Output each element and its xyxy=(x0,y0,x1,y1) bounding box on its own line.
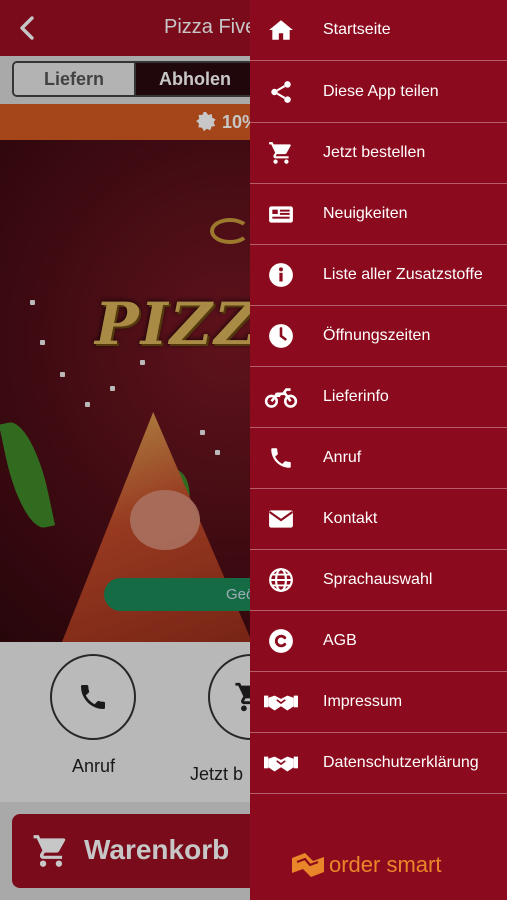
cart-icon xyxy=(268,140,294,166)
menu-item-privacy[interactable]: Datenschutzerklärung xyxy=(250,733,507,794)
menu-item-label: Impressum xyxy=(323,693,403,710)
menu-item-label: Diese App teilen xyxy=(323,83,439,100)
clock-icon xyxy=(268,323,294,349)
globe-icon xyxy=(268,567,294,593)
menu-item-order-now[interactable]: Jetzt bestellen xyxy=(250,123,507,184)
menu-item-label: Öffnungszeiten xyxy=(323,327,431,344)
menu-item-news[interactable]: Neuigkeiten xyxy=(250,184,507,245)
menu-item-label: Anruf xyxy=(323,449,362,466)
menu-item-delivery-info[interactable]: Lieferinfo xyxy=(250,367,507,428)
handshake-icon xyxy=(264,689,298,715)
menu-item-label: Datenschutzerklärung xyxy=(323,754,479,771)
menu-item-label: Neuigkeiten xyxy=(323,205,408,222)
menu-item-label: Kontakt xyxy=(323,510,378,527)
menu-item-imprint[interactable]: Impressum xyxy=(250,672,507,733)
menu-item-label: Jetzt bestellen xyxy=(323,144,426,161)
menu-item-label: Liste aller Zusatzstoffe xyxy=(323,266,483,283)
brand-mark-icon xyxy=(292,853,324,877)
menu-item-share-app[interactable]: Diese App teilen xyxy=(250,62,507,123)
home-icon xyxy=(268,17,294,43)
menu-item-contact[interactable]: Kontakt xyxy=(250,489,507,550)
info-icon xyxy=(268,262,294,288)
menu-item-label: Lieferinfo xyxy=(323,388,389,405)
menu-item-label: Startseite xyxy=(323,21,391,38)
brand-logo: order smart xyxy=(291,852,441,878)
handshake-icon xyxy=(264,750,298,776)
menu-item-opening-hours[interactable]: Öffnungszeiten xyxy=(250,306,507,367)
copyright-icon xyxy=(268,628,294,654)
news-icon xyxy=(268,201,294,227)
menu-item-terms[interactable]: AGB xyxy=(250,611,507,672)
envelope-icon xyxy=(268,506,294,532)
share-icon xyxy=(268,79,294,105)
menu-item-startseite[interactable]: Startseite xyxy=(250,0,507,61)
menu-item-label: AGB xyxy=(323,632,357,649)
phone-icon xyxy=(268,445,294,471)
menu-item-label: Sprachauswahl xyxy=(323,571,433,588)
motorbike-icon xyxy=(264,384,298,410)
brand-name: order smart xyxy=(329,852,442,877)
menu-item-language[interactable]: Sprachauswahl xyxy=(250,550,507,611)
menu-item-additives[interactable]: Liste aller Zusatzstoffe xyxy=(250,245,507,306)
menu-item-call[interactable]: Anruf xyxy=(250,428,507,489)
navigation-drawer: Startseite Diese App teilen Jetzt bestel… xyxy=(250,0,507,900)
